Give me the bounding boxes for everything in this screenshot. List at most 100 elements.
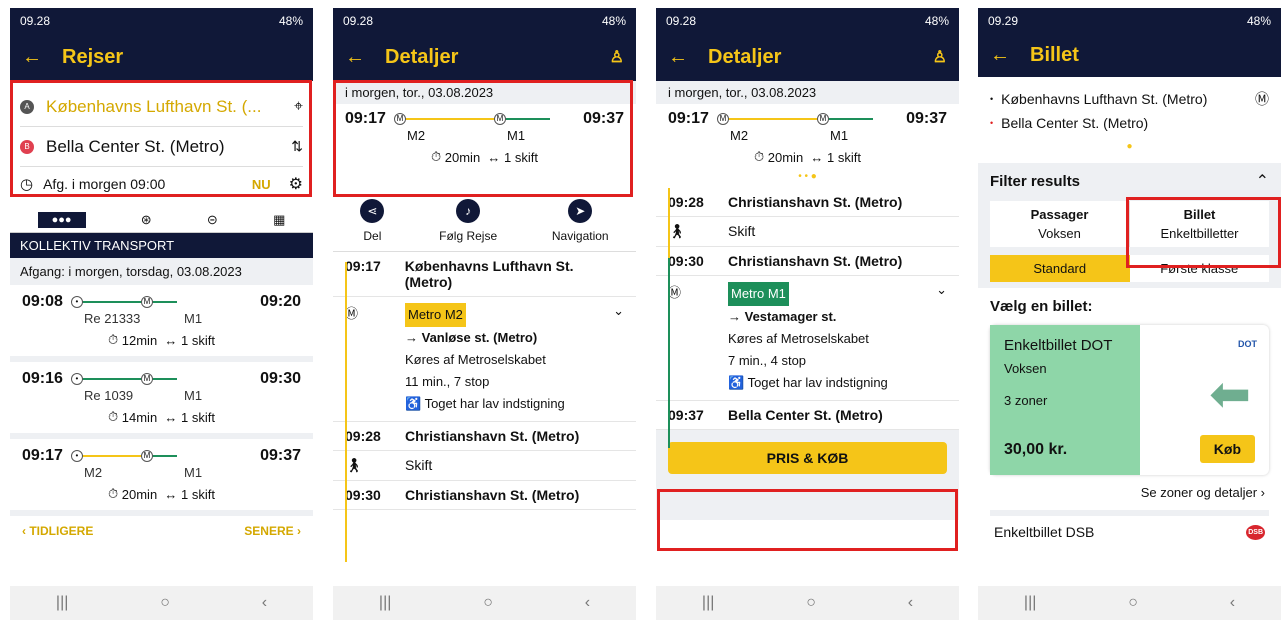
walk-icon: 🚶︎ — [345, 457, 363, 473]
ticket-price: 30,00 kr. — [1004, 441, 1068, 458]
trip-duration: 12min — [121, 332, 158, 348]
back-arrow-icon[interactable]: ← — [345, 46, 365, 69]
status-bar: 09.28 48% — [656, 8, 959, 33]
share-label: Del — [363, 229, 382, 243]
trip-arrival: 09:37 — [260, 447, 301, 464]
home-icon[interactable]: ○ — [1128, 594, 1138, 612]
home-icon[interactable]: ○ — [483, 594, 493, 612]
accessible-icon: ♿ — [728, 375, 745, 390]
stop-row[interactable]: 09:37 Bella Center St. (Metro) — [656, 401, 959, 430]
ticket-card-dsb[interactable]: Enkeltbillet DSB DSB — [990, 510, 1269, 548]
trip-row[interactable]: 09:17 • M 09:37 M2 M1 ⏱ 20min ↔ 1 skift — [10, 439, 313, 516]
back-arrow-icon[interactable]: ← — [668, 46, 688, 69]
leg-details[interactable]: Ⓜ Metro M1 → Vestamager st. Køres af Met… — [656, 276, 959, 401]
stop-row[interactable]: 09:17 Københavns Lufthavn St. (Metro) — [333, 252, 636, 297]
home-icon[interactable]: ○ — [160, 594, 170, 612]
page-title: Rejser — [62, 45, 124, 68]
accessibility: Toget har lav indstigning — [424, 396, 565, 411]
stop-row[interactable]: 09:30 Christianshavn St. (Metro) — [656, 247, 959, 276]
back-nav-icon[interactable]: ‹ — [585, 594, 590, 612]
stop-name: Christianshavn St. (Metro) — [405, 428, 580, 444]
navigation-button[interactable]: ➤ Navigation — [552, 199, 609, 243]
page-dot: ● — [1126, 141, 1133, 152]
home-icon[interactable]: ○ — [806, 594, 816, 612]
arrow-left-icon: ⬅ — [1209, 366, 1251, 422]
chevron-down-icon[interactable]: ⌄ — [936, 282, 947, 394]
line-label-1: M2 — [730, 128, 749, 143]
status-battery: 48% — [601, 13, 626, 28]
dsb-logo: DSB — [1246, 524, 1265, 540]
back-arrow-icon[interactable]: ← — [990, 44, 1010, 67]
metro-badge: Metro M2 — [405, 303, 466, 327]
stop-row[interactable]: 09:30 Christianshavn St. (Metro) — [333, 481, 636, 510]
trip-line-1: Re 21333 — [84, 311, 141, 326]
vehicle-stop-icon: • — [70, 373, 83, 385]
trip-row[interactable]: 09:08 • M 09:20 Re 21333 M1 ⏱ 12min ↔ 1 skift — [10, 285, 313, 362]
price-buy-button[interactable]: PRIS & KØB — [668, 442, 947, 474]
earlier-button[interactable]: ‹ TIDLIGERE — [22, 524, 93, 538]
trip-departure: 09:16 — [22, 370, 63, 387]
trip-line-1: Re 1039 — [84, 388, 134, 403]
follow-trip-button[interactable]: ♪ Følg Rejse — [439, 199, 497, 243]
tab-bike-icon[interactable]: ⊛ — [141, 212, 152, 228]
ticket-card-dot[interactable]: Enkeltbillet DOT Voksen 3 zoner DOT ⬅ 30… — [990, 325, 1269, 475]
chevron-down-icon[interactable]: ⌄ — [613, 303, 624, 415]
stop-time: 09:17 — [345, 258, 381, 274]
timer-icon: ⏱ — [754, 149, 765, 164]
back-nav-icon[interactable]: ‹ — [262, 594, 267, 612]
app-header: ← Billet — [978, 33, 1281, 77]
passenger-filter[interactable]: Passager Voksen — [990, 201, 1130, 247]
profile-icon[interactable]: ♙ — [933, 47, 947, 67]
back-nav-icon[interactable]: ‹ — [1230, 594, 1235, 612]
navigation-icon: ➤ — [568, 199, 593, 223]
vehicle-stop-icon: • — [70, 296, 83, 308]
recent-apps-icon[interactable]: ||| — [702, 594, 714, 612]
status-battery: 48% — [1246, 13, 1271, 28]
trip-line-2: M1 — [184, 465, 203, 480]
recent-apps-icon[interactable]: ||| — [379, 594, 391, 612]
trip-line-1: M2 — [84, 465, 103, 480]
share-button[interactable]: ⋖ Del — [360, 199, 385, 243]
transfer-label: Skift — [405, 457, 433, 473]
back-arrow-icon[interactable]: ← — [22, 46, 42, 69]
departure-time: 09:17 — [668, 110, 709, 127]
ticket-zones: 3 zoner — [1004, 393, 1048, 408]
tab-car-icon[interactable]: ⊝ — [207, 212, 218, 228]
tab-more-icon[interactable]: ▦ — [273, 212, 285, 228]
see-zones-link[interactable]: Se zoner og detaljer › — [990, 475, 1269, 510]
recent-apps-icon[interactable]: ||| — [1024, 594, 1036, 612]
back-nav-icon[interactable]: ‹ — [908, 594, 913, 612]
status-time: 09.28 — [666, 13, 697, 28]
profile-icon[interactable]: ♙ — [610, 47, 624, 67]
timer-icon: ⏱ — [108, 486, 119, 501]
transport-tabs: ●●● ⊛ ⊝ ▦ — [10, 207, 313, 233]
trip-line-2: M1 — [184, 388, 203, 403]
metro-stop-icon: M — [816, 113, 829, 125]
page-title: Detaljer — [708, 45, 782, 68]
stop-row[interactable]: 09:28 Christianshavn St. (Metro) — [333, 422, 636, 451]
stop-name: Bella Center St. (Metro) — [728, 407, 883, 423]
route-line: • M — [70, 370, 252, 388]
segment-standard[interactable]: Standard — [990, 255, 1130, 282]
buy-button[interactable]: Køb — [1199, 435, 1255, 463]
transfer-row: 🚶︎ Skift — [333, 451, 636, 481]
chevron-up-icon[interactable]: ⌃ — [1256, 171, 1269, 191]
system-nav-bar: ||| ○ ‹ — [656, 586, 959, 620]
trip-arrival: 09:20 — [260, 293, 301, 310]
highlight-trip-summary — [333, 80, 633, 197]
stop-time: 09:28 — [668, 194, 704, 210]
trip-changes: 1 skift — [181, 332, 215, 348]
stop-row[interactable]: 09:28 Christianshavn St. (Metro) — [656, 188, 959, 217]
later-button[interactable]: SENERE › — [244, 524, 301, 538]
direction: Vestamager st. — [744, 309, 837, 324]
recent-apps-icon[interactable]: ||| — [56, 594, 68, 612]
accessibility: Toget har lav indstigning — [747, 375, 888, 390]
trip-row[interactable]: 09:16 • M 09:30 Re 1039 M1 ⏱ 14min ↔ 1 skift — [10, 362, 313, 439]
filter-title: Filter results — [990, 172, 1081, 190]
trip-line-2: M1 — [184, 311, 203, 326]
leg-details[interactable]: Ⓜ Metro M2 → Vanløse st. (Metro) Køres a… — [333, 297, 636, 422]
tab-public-transport-icon[interactable]: ●●● — [37, 211, 86, 228]
stop-name: Christianshavn St. (Metro) — [728, 253, 903, 269]
stop-time: 09:30 — [345, 487, 381, 503]
metro-icon: Ⓜ — [1255, 91, 1269, 107]
